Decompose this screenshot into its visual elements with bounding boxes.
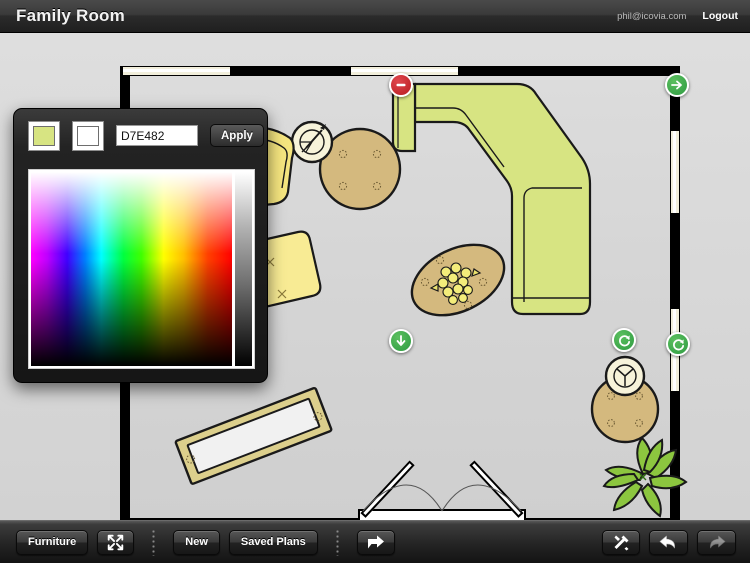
pan-down-badge[interactable] xyxy=(389,329,413,353)
app-root: Family Room phil@icovia.com Logout D7E48… xyxy=(0,0,750,563)
arrow-down-icon xyxy=(396,335,406,346)
secondary-color-swatch[interactable] xyxy=(72,120,104,151)
rotate-icon xyxy=(618,334,630,346)
rotate-icon xyxy=(672,338,684,350)
furniture-button[interactable]: Furniture xyxy=(16,529,89,555)
user-email-label: phil@icovia.com xyxy=(617,10,687,22)
toolbar-right-group xyxy=(602,529,736,555)
saturation-value-field[interactable] xyxy=(31,172,232,366)
console-table[interactable] xyxy=(174,386,333,485)
item-rotate-badge[interactable] xyxy=(612,328,636,352)
oval-coffee-table[interactable] xyxy=(400,231,515,330)
share-icon xyxy=(367,535,384,549)
app-header: Family Room phil@icovia.com Logout xyxy=(0,0,750,33)
bottom-toolbar: Furniture New Saved Plans xyxy=(0,520,750,563)
table-lamp-top[interactable] xyxy=(290,120,334,164)
arrow-right-icon xyxy=(671,80,682,90)
redo-button[interactable] xyxy=(697,529,736,555)
potted-plant[interactable] xyxy=(602,436,688,518)
table-lamp-right[interactable] xyxy=(604,355,646,397)
page-title: Family Room xyxy=(16,6,125,25)
delete-badge[interactable] xyxy=(389,73,413,97)
toolbar-separator-1 xyxy=(152,528,156,556)
current-color-swatch[interactable] xyxy=(28,120,60,151)
tools-button[interactable] xyxy=(602,529,640,555)
color-picker-panel[interactable]: D7E482 Apply xyxy=(13,108,268,383)
undo-arrow-icon xyxy=(659,535,675,549)
new-button[interactable]: New xyxy=(173,529,220,555)
brightness-strip[interactable] xyxy=(235,172,252,366)
floor-plan-canvas[interactable]: D7E482 Apply xyxy=(0,33,750,520)
hammer-wrench-icon xyxy=(614,535,629,550)
undo-button[interactable] xyxy=(649,529,688,555)
expand-arrows-icon xyxy=(108,534,124,550)
redo-arrow-icon xyxy=(710,535,726,549)
current-color-chip xyxy=(33,125,55,146)
header-account-area: phil@icovia.com Logout xyxy=(617,10,738,22)
apply-button[interactable]: Apply xyxy=(210,124,264,147)
toolbar-separator-2 xyxy=(335,528,339,556)
share-button[interactable] xyxy=(356,529,395,555)
toolbar-left-group: Furniture New Saved Plans xyxy=(16,528,395,556)
fullscreen-button[interactable] xyxy=(97,529,135,555)
hex-color-input[interactable]: D7E482 xyxy=(116,125,198,146)
rotate-badge[interactable] xyxy=(666,332,690,356)
pan-right-badge[interactable] xyxy=(665,73,689,97)
minus-icon xyxy=(396,83,406,87)
logout-link[interactable]: Logout xyxy=(702,10,738,22)
color-picker-header: D7E482 Apply xyxy=(14,109,269,162)
color-gradient-area[interactable] xyxy=(28,169,255,369)
secondary-color-chip xyxy=(77,125,99,146)
black-overlay xyxy=(31,172,232,366)
saved-plans-button[interactable]: Saved Plans xyxy=(228,529,318,555)
